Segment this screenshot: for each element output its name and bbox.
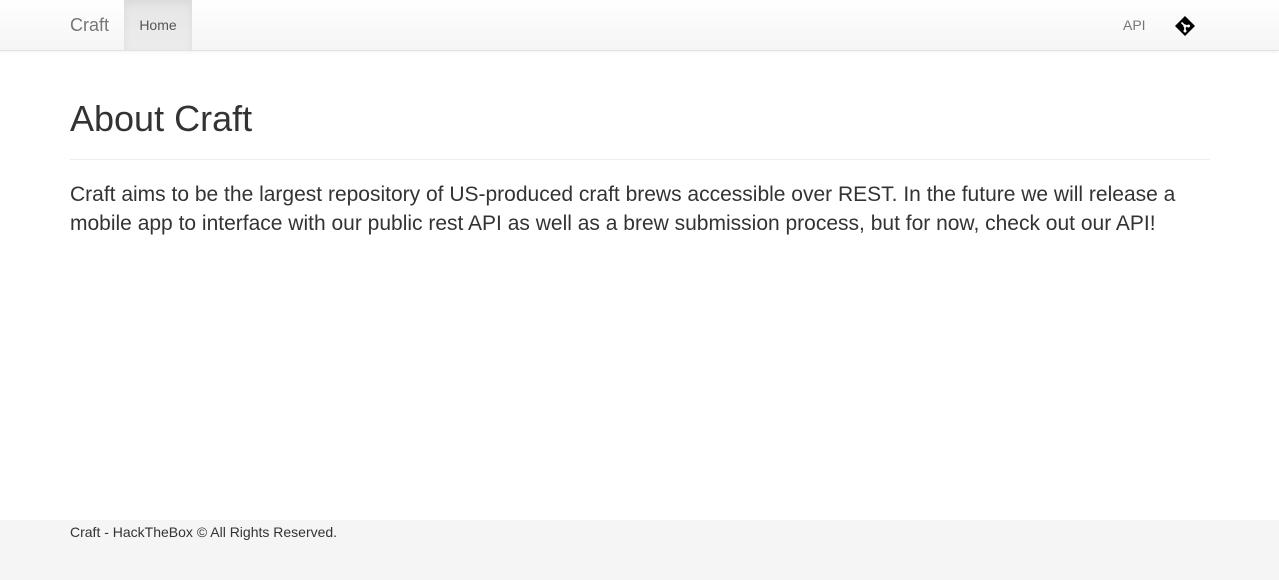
footer-text: Craft - HackTheBox © All Rights Reserved… (70, 524, 338, 540)
page-title: About Craft (70, 98, 253, 139)
lead-paragraph: Craft aims to be the largest repository … (70, 183, 1176, 235)
nav-item-home-label: Home (139, 17, 177, 33)
footer: Craft - HackTheBox © All Rights Reserved… (0, 520, 1279, 580)
git-icon[interactable] (1174, 15, 1196, 37)
nav-item-home[interactable]: Home (124, 0, 192, 50)
brand-link[interactable]: Craft (70, 15, 109, 35)
nav-item-api[interactable]: API (1123, 16, 1146, 34)
page-header: About Craft (70, 96, 1210, 160)
top-navbar: Craft Home API (0, 0, 1279, 51)
git-icon-graphic (1175, 16, 1195, 36)
